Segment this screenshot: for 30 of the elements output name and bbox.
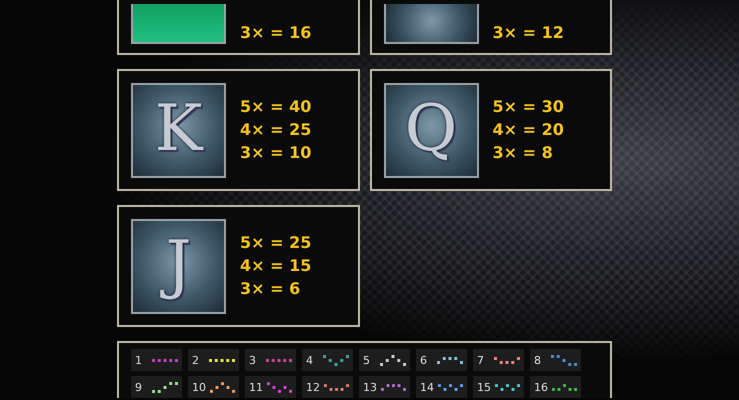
payline-number: 16 — [534, 382, 548, 392]
payline-number: 15 — [477, 382, 491, 392]
payout-text: 3× = 6 — [240, 278, 302, 300]
payout-text: 3× = 10 — [240, 142, 312, 164]
payline-number: 3 — [249, 354, 256, 366]
payline-number: 9 — [135, 382, 142, 392]
payline-number: 2 — [192, 354, 199, 366]
payout-text: 4× = 25 — [240, 119, 312, 141]
payout-text: 3× = 12 — [492, 22, 564, 44]
payline-number: 12 — [306, 382, 320, 392]
payline-number: 10 — [192, 382, 206, 392]
symbol-letter: K — [154, 91, 204, 168]
payline-number: 14 — [420, 382, 434, 392]
payline-number: 6 — [420, 354, 427, 366]
payout-text: 4× = 15 — [240, 255, 312, 277]
payout-text: 3× = 16 — [240, 22, 312, 44]
payline-number: 4 — [306, 354, 313, 366]
symbol-letter: Q — [404, 91, 458, 168]
symbol-letter: J — [162, 224, 196, 308]
payline-number: 13 — [363, 382, 377, 392]
payout-text: 5× = 25 — [240, 232, 312, 254]
payline-number: 11 — [249, 382, 263, 392]
payline-number: 8 — [534, 354, 541, 366]
payline-number: 5 — [363, 354, 370, 366]
payout-text: 4× = 20 — [492, 119, 564, 141]
payout-text: 5× = 40 — [240, 96, 312, 118]
payout-text: 3× = 8 — [492, 142, 554, 164]
payline-number: 7 — [477, 354, 484, 366]
payout-text: 5× = 30 — [492, 96, 564, 118]
payline-number: 1 — [135, 354, 142, 366]
